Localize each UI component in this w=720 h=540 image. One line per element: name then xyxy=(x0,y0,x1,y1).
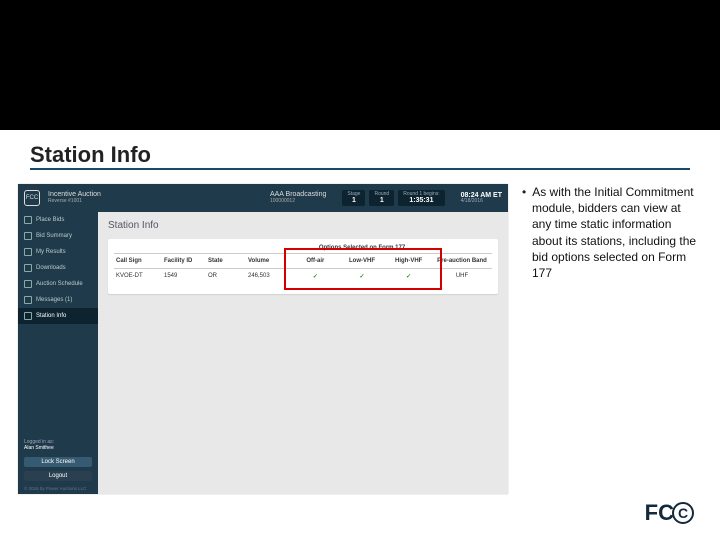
th-high-vhf: High-VHF xyxy=(385,254,432,268)
main-panel: Station Info Options Selected on Form 17… xyxy=(98,212,508,494)
sidebar-item-label: Auction Schedule xyxy=(36,281,83,287)
header-boxes: Stage 1 Round 1 Round 1 begins: 1:35:31 xyxy=(342,190,444,207)
mail-icon xyxy=(24,296,32,304)
clock-box: 08:24 AM ET 4/18/2016 xyxy=(461,192,502,205)
th-pre-band: Pre-auction Band xyxy=(432,254,492,268)
sidebar-item-label: Place Bids xyxy=(36,217,64,223)
table-row: KVOE-DT 1549 OR 246,503 ✓ ✓ ✓ UHF xyxy=(114,269,492,284)
bullet-list: As with the Initial Commitment module, b… xyxy=(518,184,698,494)
round-value: 1 xyxy=(380,197,384,204)
clock-sub: 4/18/2016 xyxy=(461,199,502,204)
auction-name-block: Incentive Auction Reverse #1001 xyxy=(48,191,101,204)
info-icon xyxy=(24,312,32,320)
round-box: Round 1 xyxy=(369,190,394,207)
sidebar-item-my-results[interactable]: My Results xyxy=(18,244,98,260)
sidebar-footer: © 2016 by Power Auctions LLC xyxy=(18,483,98,494)
cell-call-sign: KVOE-DT xyxy=(114,269,162,284)
list-icon xyxy=(24,216,32,224)
list-icon xyxy=(24,248,32,256)
sidebar-item-station-info[interactable]: Station Info xyxy=(18,308,98,324)
panel-title: Station Info xyxy=(108,220,498,231)
cell-facility-id: 1549 xyxy=(162,269,206,284)
list-icon xyxy=(24,232,32,240)
download-icon xyxy=(24,264,32,272)
cell-volume: 246,503 xyxy=(246,269,292,284)
sidebar-item-label: Station Info xyxy=(36,313,66,319)
calendar-icon xyxy=(24,280,32,288)
page-title: Station Info xyxy=(30,142,670,168)
sidebar-item-place-bids[interactable]: Place Bids xyxy=(18,212,98,228)
th-low-vhf: Low-VHF xyxy=(339,254,386,268)
sidebar-spacer xyxy=(18,324,98,435)
cell-low-vhf: ✓ xyxy=(339,269,386,284)
station-table: Options Selected on Form 177 Call Sign F… xyxy=(108,239,498,294)
auction-sub: Reverse #1001 xyxy=(48,199,101,205)
fcc-logo-f: F xyxy=(645,500,658,526)
cell-off-air: ✓ xyxy=(292,269,339,284)
bullet-item: As with the Initial Commitment module, b… xyxy=(532,184,698,281)
sidebar-item-bid-summary[interactable]: Bid Summary xyxy=(18,228,98,244)
countdown-box: Round 1 begins: 1:35:31 xyxy=(398,190,444,207)
login-block: Logged in as: Alan Smithee xyxy=(18,435,98,455)
cell-state: OR xyxy=(206,269,246,284)
countdown-value: 1:35:31 xyxy=(409,197,433,204)
sidebar-item-label: My Results xyxy=(36,249,66,255)
app-body: Place Bids Bid Summary My Results Downlo… xyxy=(18,212,508,494)
th-facility-id: Facility ID xyxy=(162,254,206,268)
slide: Station Info FCC Incentive Auction Rever… xyxy=(0,0,720,540)
stage-value: 1 xyxy=(352,197,356,204)
app-screenshot: FCC Incentive Auction Reverse #1001 AAA … xyxy=(18,184,508,494)
sidebar: Place Bids Bid Summary My Results Downlo… xyxy=(18,212,98,494)
th-off-air: Off-air xyxy=(292,254,339,268)
lock-screen-button[interactable]: Lock Screen xyxy=(24,457,92,467)
logged-in-user: Alan Smithee xyxy=(24,445,92,451)
heading-underline xyxy=(30,168,690,170)
sidebar-item-messages[interactable]: Messages (1) xyxy=(18,292,98,308)
table-head: Call Sign Facility ID State Volume Off-a… xyxy=(114,253,492,269)
th-volume: Volume xyxy=(246,254,292,268)
th-state: State xyxy=(206,254,246,268)
logout-button[interactable]: Logout xyxy=(24,471,92,481)
bidder-block: AAA Broadcasting 100000012 xyxy=(270,191,326,204)
content-row: FCC Incentive Auction Reverse #1001 AAA … xyxy=(18,184,702,494)
stage-box: Stage 1 xyxy=(342,190,365,207)
span-header: Options Selected on Form 177 xyxy=(292,245,432,253)
table-span-row: Options Selected on Form 177 xyxy=(114,245,492,253)
cell-pre-band: UHF xyxy=(432,269,492,284)
sidebar-item-label: Messages (1) xyxy=(36,297,72,303)
sidebar-item-label: Downloads xyxy=(36,265,66,271)
sidebar-item-label: Bid Summary xyxy=(36,233,72,239)
sidebar-item-downloads[interactable]: Downloads xyxy=(18,260,98,276)
cell-high-vhf: ✓ xyxy=(385,269,432,284)
title-band xyxy=(0,0,720,130)
th-call-sign: Call Sign xyxy=(114,254,162,268)
app-header: FCC Incentive Auction Reverse #1001 AAA … xyxy=(18,184,508,212)
fcc-logo-c-circle: C xyxy=(672,502,694,524)
fcc-mark-icon: FCC xyxy=(24,190,40,206)
bidder-sub: 100000012 xyxy=(270,199,326,205)
sidebar-item-auction-schedule[interactable]: Auction Schedule xyxy=(18,276,98,292)
fcc-footer-logo: FCC xyxy=(645,500,694,526)
